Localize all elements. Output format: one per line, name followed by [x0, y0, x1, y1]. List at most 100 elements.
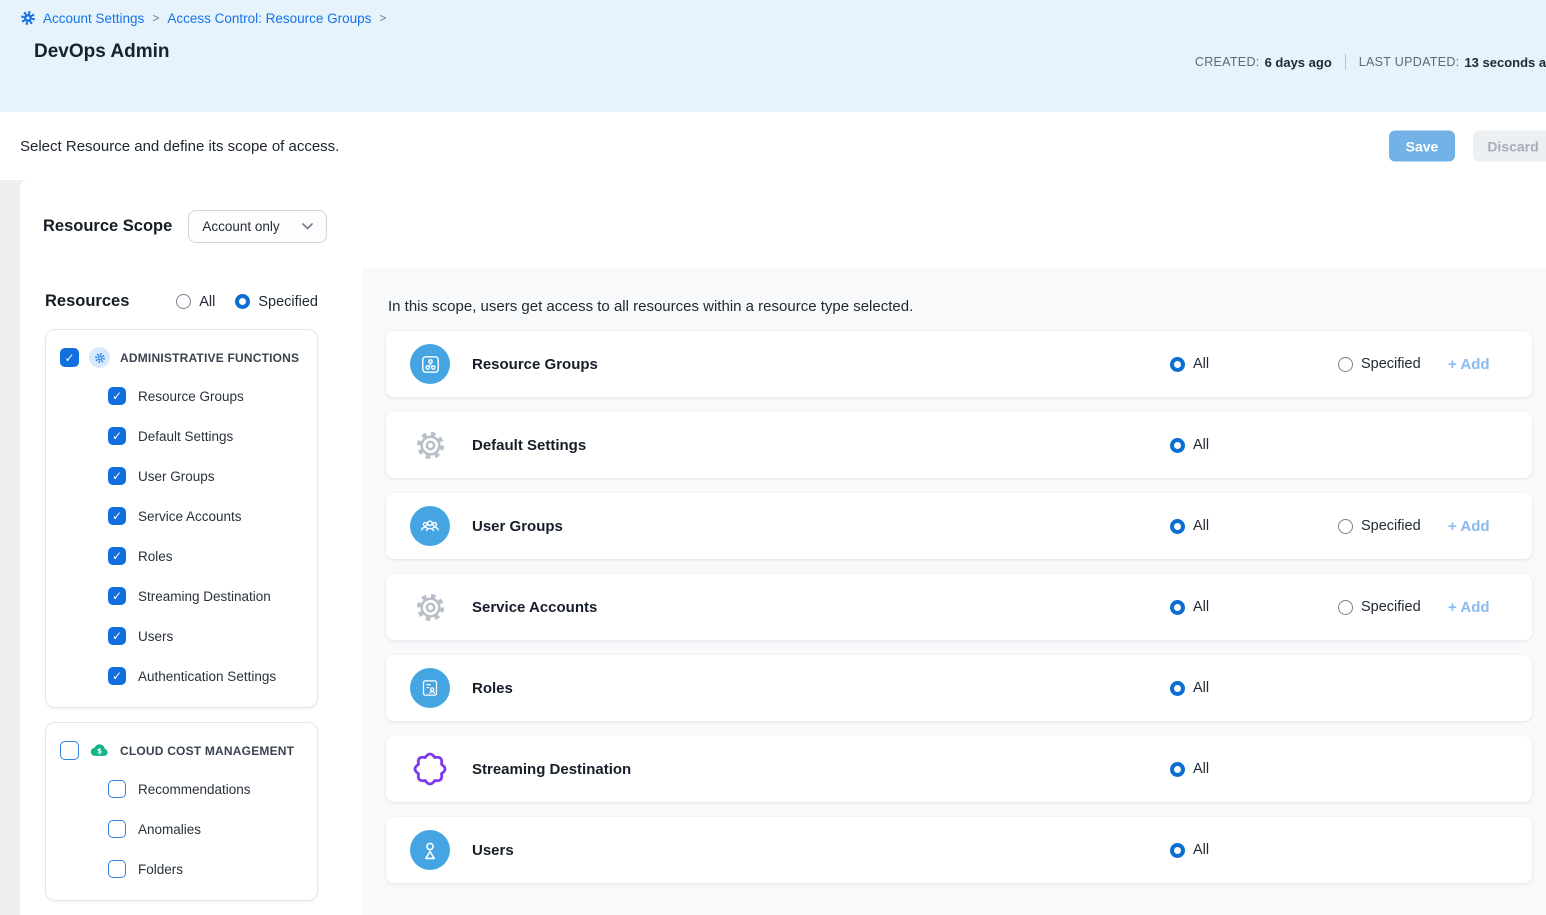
row-radio-all[interactable]: All [1170, 842, 1338, 858]
item-checkbox[interactable] [108, 780, 126, 798]
add-link[interactable]: + Add [1448, 518, 1492, 535]
resource-row: Streaming Destination All Specified + Ad… [386, 736, 1532, 802]
group-header: $ CLOUD COST MANAGEMENT [60, 740, 303, 761]
sidebar-item[interactable]: Anomalies [108, 809, 303, 849]
page-header: Account Settings > Access Control: Resou… [0, 0, 1546, 112]
row-radio-all[interactable]: All [1170, 437, 1338, 453]
row-radio-all[interactable]: All [1170, 599, 1338, 615]
radio-icon[interactable] [1170, 762, 1185, 777]
add-link[interactable]: + Add [1448, 356, 1492, 373]
radio-icon[interactable] [1170, 843, 1185, 858]
item-checkbox[interactable] [108, 667, 126, 685]
resource-row: Roles All Specified + Add [386, 655, 1532, 721]
radio-icon[interactable] [1170, 600, 1185, 615]
resource-type-icon [410, 429, 450, 462]
sidebar-item[interactable]: Users [108, 616, 303, 656]
resource-type-icon [410, 830, 450, 870]
radio-icon[interactable] [1170, 357, 1185, 372]
save-button[interactable]: Save [1389, 131, 1455, 162]
item-label: Default Settings [138, 429, 233, 444]
item-label: Anomalies [138, 822, 201, 837]
resource-scope-row: Resource Scope Account only [20, 180, 1546, 268]
sidebar-item[interactable]: Resource Groups [108, 376, 303, 416]
resources-radio-all[interactable]: All [176, 294, 215, 310]
item-checkbox[interactable] [108, 820, 126, 838]
created-value: 6 days ago [1265, 55, 1332, 70]
chevron-down-icon [302, 223, 313, 230]
item-checkbox[interactable] [108, 507, 126, 525]
resources-radio-specified[interactable]: Specified [235, 294, 318, 310]
group-header: ADMINISTRATIVE FUNCTIONS [60, 347, 303, 368]
radio-icon[interactable] [235, 294, 250, 309]
resource-type-label: Default Settings [472, 437, 586, 454]
item-checkbox[interactable] [108, 547, 126, 565]
item-label: Streaming Destination [138, 589, 271, 604]
row-radio-all[interactable]: All [1170, 518, 1338, 534]
sidebar-item[interactable]: Streaming Destination [108, 576, 303, 616]
radio-icon[interactable] [1170, 681, 1185, 696]
radio-icon[interactable] [1338, 519, 1353, 534]
sidebar-item[interactable]: Roles [108, 536, 303, 576]
resource-groups-icon [410, 344, 450, 384]
resources-header: Resources All Specified [45, 292, 318, 311]
item-label: Resource Groups [138, 389, 244, 404]
row-radio-all[interactable]: All [1170, 680, 1338, 696]
item-checkbox[interactable] [108, 860, 126, 878]
radio-icon[interactable] [1338, 600, 1353, 615]
item-label: Authentication Settings [138, 669, 276, 684]
gear-icon [414, 429, 447, 462]
row-radio-specified[interactable]: Specified [1338, 518, 1448, 534]
item-checkbox[interactable] [108, 627, 126, 645]
item-checkbox[interactable] [108, 387, 126, 405]
scope-panel: In this scope, users get access to all r… [362, 268, 1546, 915]
row-radio-all[interactable]: All [1170, 356, 1338, 372]
row-radio-all[interactable]: All [1170, 761, 1338, 777]
item-checkbox[interactable] [108, 587, 126, 605]
row-radio-specified[interactable]: Specified [1338, 356, 1448, 372]
group-checkbox[interactable] [60, 741, 79, 760]
item-checkbox[interactable] [108, 467, 126, 485]
resource-type-icon [410, 591, 450, 624]
content-card: Resource Scope Account only Resources Al… [20, 180, 1546, 915]
resources-title: Resources [45, 292, 129, 311]
item-label: Roles [138, 549, 173, 564]
sidebar-item[interactable]: Service Accounts [108, 496, 303, 536]
resource-row: Users All Specified + Add [386, 817, 1532, 883]
users-icon [410, 830, 450, 870]
sidebar-item[interactable]: Authentication Settings [108, 656, 303, 696]
group-checkbox[interactable] [60, 348, 79, 367]
group-label: ADMINISTRATIVE FUNCTIONS [120, 351, 299, 365]
chevron-right-icon: > [152, 11, 159, 25]
resource-type-label: Roles [472, 680, 513, 697]
resource-type-icon [410, 668, 450, 708]
resource-type-label: Streaming Destination [472, 761, 631, 778]
scope-intro-text: In this scope, users get access to all r… [388, 298, 1532, 315]
sidebar-item[interactable]: Recommendations [108, 769, 303, 809]
group-icon: $ [89, 740, 110, 761]
resource-type-label: Resource Groups [472, 356, 598, 373]
radio-icon[interactable] [176, 294, 191, 309]
svg-text:$: $ [97, 747, 102, 756]
breadcrumb-access-control[interactable]: Access Control: Resource Groups [167, 11, 371, 26]
last-updated-label: LAST UPDATED: [1359, 55, 1460, 69]
breadcrumb-account-settings[interactable]: Account Settings [43, 11, 144, 26]
resource-type-icon [410, 751, 450, 787]
discard-button[interactable]: Discard [1473, 131, 1546, 162]
resource-scope-value: Account only [202, 219, 279, 234]
resource-scope-select[interactable]: Account only [188, 210, 326, 243]
item-label: Folders [138, 862, 183, 877]
radio-icon[interactable] [1338, 357, 1353, 372]
resource-type-label: Service Accounts [472, 599, 597, 616]
item-label: Users [138, 629, 173, 644]
radio-icon[interactable] [1170, 438, 1185, 453]
add-link[interactable]: + Add [1448, 599, 1492, 616]
row-radio-specified[interactable]: Specified [1338, 599, 1448, 615]
sidebar-item[interactable]: Folders [108, 849, 303, 889]
resource-row: Default Settings All Specified + Add [386, 412, 1532, 478]
sidebar-item[interactable]: Default Settings [108, 416, 303, 456]
radio-icon[interactable] [1170, 519, 1185, 534]
item-checkbox[interactable] [108, 427, 126, 445]
resource-scope-label: Resource Scope [43, 217, 172, 236]
sidebar-item[interactable]: User Groups [108, 456, 303, 496]
resource-type-icon [410, 344, 450, 384]
